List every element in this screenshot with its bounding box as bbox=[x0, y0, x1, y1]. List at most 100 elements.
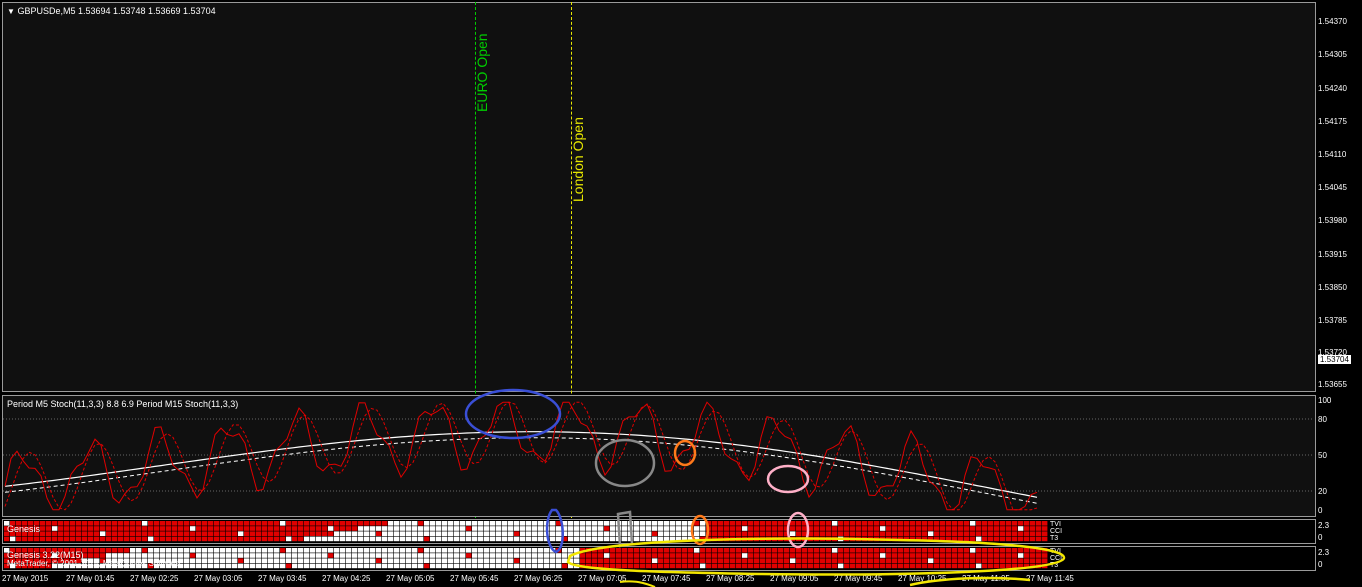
genesis-cell bbox=[298, 521, 304, 526]
genesis-cell bbox=[844, 563, 850, 569]
genesis-cell bbox=[982, 526, 988, 531]
genesis-cell bbox=[310, 531, 316, 536]
genesis-cell bbox=[814, 563, 820, 569]
genesis-cell bbox=[376, 548, 382, 553]
genesis-cell bbox=[1006, 526, 1012, 531]
genesis-cell bbox=[496, 536, 502, 542]
genesis-cell bbox=[832, 558, 838, 563]
genesis-cell bbox=[790, 526, 796, 531]
genesis-cell bbox=[910, 531, 916, 536]
genesis-cell bbox=[256, 526, 262, 531]
genesis-cell bbox=[550, 521, 556, 526]
genesis-cell bbox=[430, 531, 436, 536]
genesis-cell bbox=[988, 536, 994, 542]
genesis-cell bbox=[514, 563, 520, 569]
genesis-cell bbox=[664, 526, 670, 531]
genesis-cell bbox=[952, 531, 958, 536]
genesis-cell bbox=[952, 548, 958, 553]
genesis-cell bbox=[652, 563, 658, 569]
genesis-cell bbox=[394, 548, 400, 553]
genesis-cell bbox=[442, 526, 448, 531]
genesis-cell bbox=[886, 563, 892, 569]
genesis-cell bbox=[976, 548, 982, 553]
genesis-cell bbox=[130, 531, 136, 536]
genesis-cell bbox=[58, 521, 64, 526]
genesis-cell bbox=[58, 526, 64, 531]
genesis-cell bbox=[526, 536, 532, 542]
indicator-drawing-layer bbox=[3, 388, 1314, 587]
genesis-cell bbox=[538, 553, 544, 558]
genesis-cell bbox=[142, 526, 148, 531]
genesis-cell bbox=[184, 548, 190, 553]
genesis-cell bbox=[958, 558, 964, 563]
genesis-cell bbox=[310, 536, 316, 542]
genesis-cell bbox=[202, 553, 208, 558]
genesis-cell bbox=[628, 563, 634, 569]
genesis-cell bbox=[352, 553, 358, 558]
genesis-cell bbox=[64, 531, 70, 536]
genesis-cell bbox=[274, 548, 280, 553]
genesis-cell bbox=[826, 526, 832, 531]
genesis-cell bbox=[688, 553, 694, 558]
genesis-cell bbox=[586, 558, 592, 563]
genesis-cell bbox=[130, 536, 136, 542]
genesis-cell bbox=[250, 548, 256, 553]
genesis-cell bbox=[604, 526, 610, 531]
genesis-cell bbox=[370, 553, 376, 558]
genesis-cell bbox=[1012, 548, 1018, 553]
genesis-cell bbox=[700, 558, 706, 563]
genesis-cell bbox=[724, 553, 730, 558]
genesis-cell bbox=[310, 548, 316, 553]
genesis-cell bbox=[610, 558, 616, 563]
genesis-cell bbox=[1018, 553, 1024, 558]
genesis-cell bbox=[1006, 558, 1012, 563]
genesis-cell bbox=[244, 531, 250, 536]
genesis-cell bbox=[466, 558, 472, 563]
genesis-cell bbox=[382, 536, 388, 542]
genesis-cell bbox=[370, 558, 376, 563]
genesis-cell bbox=[502, 548, 508, 553]
genesis-cell bbox=[22, 536, 28, 542]
stoch-m5-signal-line bbox=[4, 401, 1038, 511]
genesis-cell bbox=[970, 553, 976, 558]
genesis-cell bbox=[484, 548, 490, 553]
genesis-cell bbox=[652, 526, 658, 531]
genesis-cell bbox=[226, 548, 232, 553]
genesis-cell bbox=[346, 531, 352, 536]
genesis-cell bbox=[424, 563, 430, 569]
genesis-cell bbox=[694, 531, 700, 536]
genesis-cell bbox=[376, 526, 382, 531]
genesis-cell bbox=[940, 558, 946, 563]
genesis-cell bbox=[70, 526, 76, 531]
genesis-cell bbox=[52, 536, 58, 542]
genesis-cell bbox=[970, 548, 976, 553]
genesis-cell bbox=[454, 558, 460, 563]
genesis-cell bbox=[220, 536, 226, 542]
genesis-cell bbox=[520, 563, 526, 569]
genesis-cell bbox=[562, 558, 568, 563]
genesis-cell bbox=[682, 563, 688, 569]
genesis-cell bbox=[256, 531, 262, 536]
genesis-cell bbox=[1036, 536, 1042, 542]
genesis-cell bbox=[100, 536, 106, 542]
genesis-cell bbox=[466, 563, 472, 569]
genesis-cell bbox=[664, 531, 670, 536]
genesis-cell bbox=[232, 531, 238, 536]
genesis-cell bbox=[286, 558, 292, 563]
genesis-cell bbox=[610, 536, 616, 542]
genesis-cell bbox=[268, 563, 274, 569]
genesis-cell bbox=[190, 553, 196, 558]
genesis-cell bbox=[1012, 521, 1018, 526]
genesis-cell bbox=[268, 531, 274, 536]
genesis-cell bbox=[478, 526, 484, 531]
genesis-cell bbox=[370, 548, 376, 553]
genesis-cell bbox=[526, 531, 532, 536]
genesis-cell bbox=[514, 548, 520, 553]
genesis-cell bbox=[856, 548, 862, 553]
genesis-cell bbox=[178, 548, 184, 553]
genesis-cell bbox=[322, 536, 328, 542]
genesis-cell bbox=[346, 563, 352, 569]
genesis-cell bbox=[238, 548, 244, 553]
genesis-cell bbox=[304, 536, 310, 542]
genesis-cell bbox=[568, 521, 574, 526]
